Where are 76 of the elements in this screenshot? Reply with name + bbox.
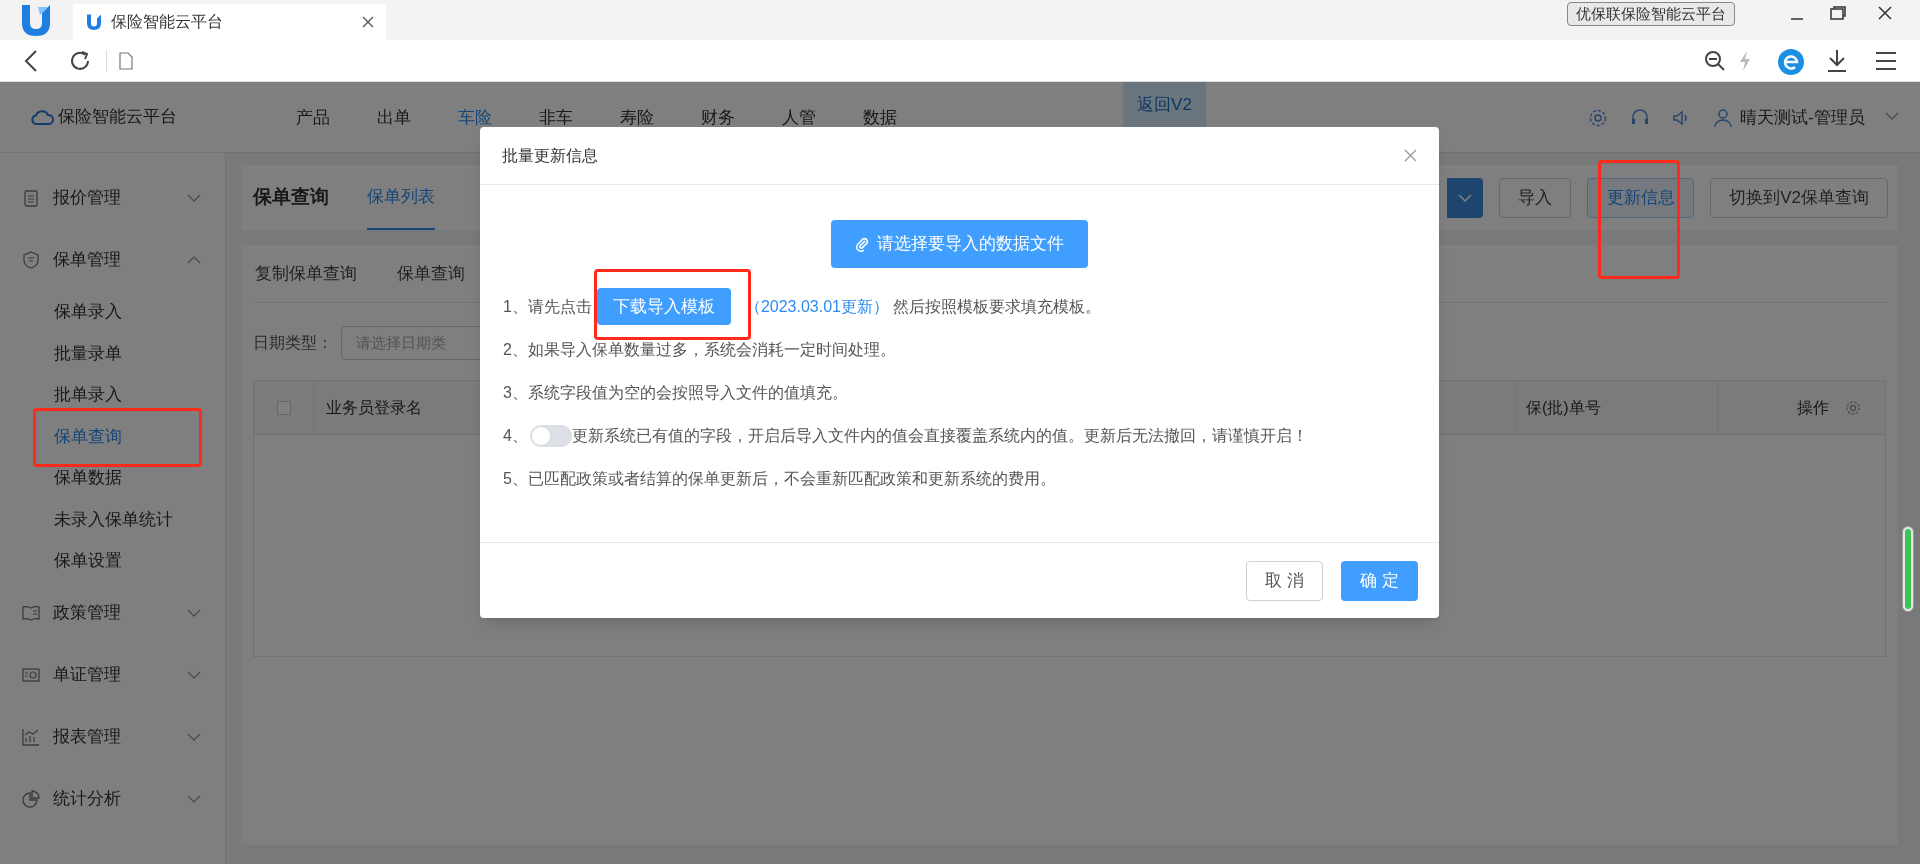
- menu-group-icon: [21, 788, 41, 809]
- reload-icon[interactable]: [68, 48, 92, 73]
- action-button[interactable]: 更新信息: [1587, 178, 1695, 218]
- page-title: 保单查询: [253, 185, 329, 210]
- sub-tab[interactable]: 复制保单查询: [255, 260, 357, 287]
- sidebar-group[interactable]: 统计分析: [0, 767, 225, 830]
- step-text: 3、系统字段值为空的会按照导入文件的值填充。: [503, 382, 848, 403]
- page-tab[interactable]: 保单列表: [367, 165, 435, 230]
- paperclip-icon: [855, 236, 869, 252]
- user-icon[interactable]: [1713, 108, 1733, 128]
- step-text: 5、已匹配政策或者结算的保单更新后，不会重新匹配政策和更新系统的费用。: [503, 468, 1056, 489]
- settings-icon[interactable]: [1845, 399, 1861, 416]
- tab-title: 保险智能云平台: [111, 12, 224, 32]
- cancel-button[interactable]: 取 消: [1246, 560, 1323, 601]
- chevron-up-icon: [187, 256, 201, 264]
- chevron-down-icon[interactable]: [1885, 112, 1899, 121]
- column-header: 操作: [1797, 397, 1829, 418]
- sidebar-item[interactable]: 保单数据: [54, 465, 122, 491]
- column-header: 业务员登录名: [326, 397, 422, 418]
- step-text: 1、请先点击: [503, 296, 592, 317]
- chevron-down-icon: [187, 608, 201, 617]
- dropdown-button[interactable]: [1447, 178, 1484, 218]
- action-button[interactable]: 切换到V2保单查询: [1710, 178, 1888, 218]
- column-header: 保(批)单号: [1526, 397, 1601, 418]
- sidebar-group[interactable]: 单证管理: [0, 643, 225, 706]
- download-template-button[interactable]: 下载导入模板: [596, 288, 731, 325]
- cloud-logo-icon: [30, 108, 54, 126]
- close-icon[interactable]: [1878, 6, 1892, 20]
- menu-group-icon: [21, 726, 41, 747]
- step-text: 4、: [503, 425, 528, 446]
- back-icon[interactable]: [24, 49, 38, 72]
- sidebar-item[interactable]: 批量录单: [54, 340, 122, 366]
- title-badge: 优保联保险智能云平台: [1567, 2, 1735, 26]
- download-icon[interactable]: [1826, 49, 1848, 73]
- sidebar-group[interactable]: 报价管理: [0, 167, 225, 229]
- brand-name: 保险智能云平台: [58, 106, 177, 129]
- sidebar-item[interactable]: 批单录入: [54, 382, 122, 408]
- checkbox[interactable]: [276, 400, 291, 415]
- lightning-icon[interactable]: [1738, 50, 1752, 72]
- close-icon[interactable]: [362, 16, 374, 28]
- tab-logo-icon: [85, 13, 103, 31]
- zoom-out-icon[interactable]: [1704, 50, 1726, 72]
- restore-icon[interactable]: [1830, 6, 1846, 20]
- sidebar-group[interactable]: 报表管理: [0, 705, 225, 768]
- sidebar-item[interactable]: 未录入保单统计: [54, 506, 173, 532]
- filter-label: 日期类型：: [253, 332, 333, 353]
- chevron-down-icon: [1458, 194, 1473, 202]
- sidebar-item[interactable]: 保单设置: [54, 548, 122, 574]
- sidebar-item[interactable]: 保单录入: [54, 299, 122, 325]
- sidebar-group[interactable]: 保单管理: [0, 229, 225, 291]
- chevron-down-icon: [187, 732, 201, 741]
- chevron-down-icon: [187, 670, 201, 679]
- browser-tab[interactable]: 保险智能云平台: [73, 4, 386, 40]
- dialog-title: 批量更新信息: [502, 145, 599, 166]
- return-v2-button[interactable]: 返回V2: [1123, 82, 1206, 128]
- confirm-button[interactable]: 确 定: [1341, 560, 1418, 601]
- chevron-down-icon: [187, 794, 201, 803]
- browser-e-icon[interactable]: [1777, 48, 1805, 76]
- sidebar-item[interactable]: 保单查询: [54, 423, 122, 449]
- menu-group-icon: [21, 188, 41, 208]
- nav-item[interactable]: 出单: [353, 82, 434, 153]
- sub-tab[interactable]: 保单查询: [397, 260, 465, 287]
- upload-button[interactable]: 请选择要导入的数据文件: [831, 220, 1088, 268]
- toggle-switch[interactable]: [529, 424, 572, 447]
- scroll-indicator[interactable]: [1902, 526, 1914, 612]
- action-button[interactable]: 导入: [1499, 178, 1572, 218]
- menu-icon[interactable]: [1875, 51, 1897, 71]
- chevron-down-icon: [187, 194, 201, 202]
- step-text: 然后按照模板要求填充模板。: [893, 296, 1101, 317]
- settings-icon[interactable]: [1588, 108, 1608, 128]
- step-text: 更新系统已有值的字段，开启后导入文件内的值会直接覆盖系统内的值。更新后无法撤回，请谨慎开启！: [571, 425, 1308, 446]
- nav-item[interactable]: 产品: [272, 82, 353, 153]
- menu-group-icon: [21, 250, 41, 270]
- sidebar-group[interactable]: 政策管理: [0, 581, 225, 644]
- page-icon: [119, 51, 133, 70]
- user-name[interactable]: 晴天测试-管理员: [1740, 105, 1865, 131]
